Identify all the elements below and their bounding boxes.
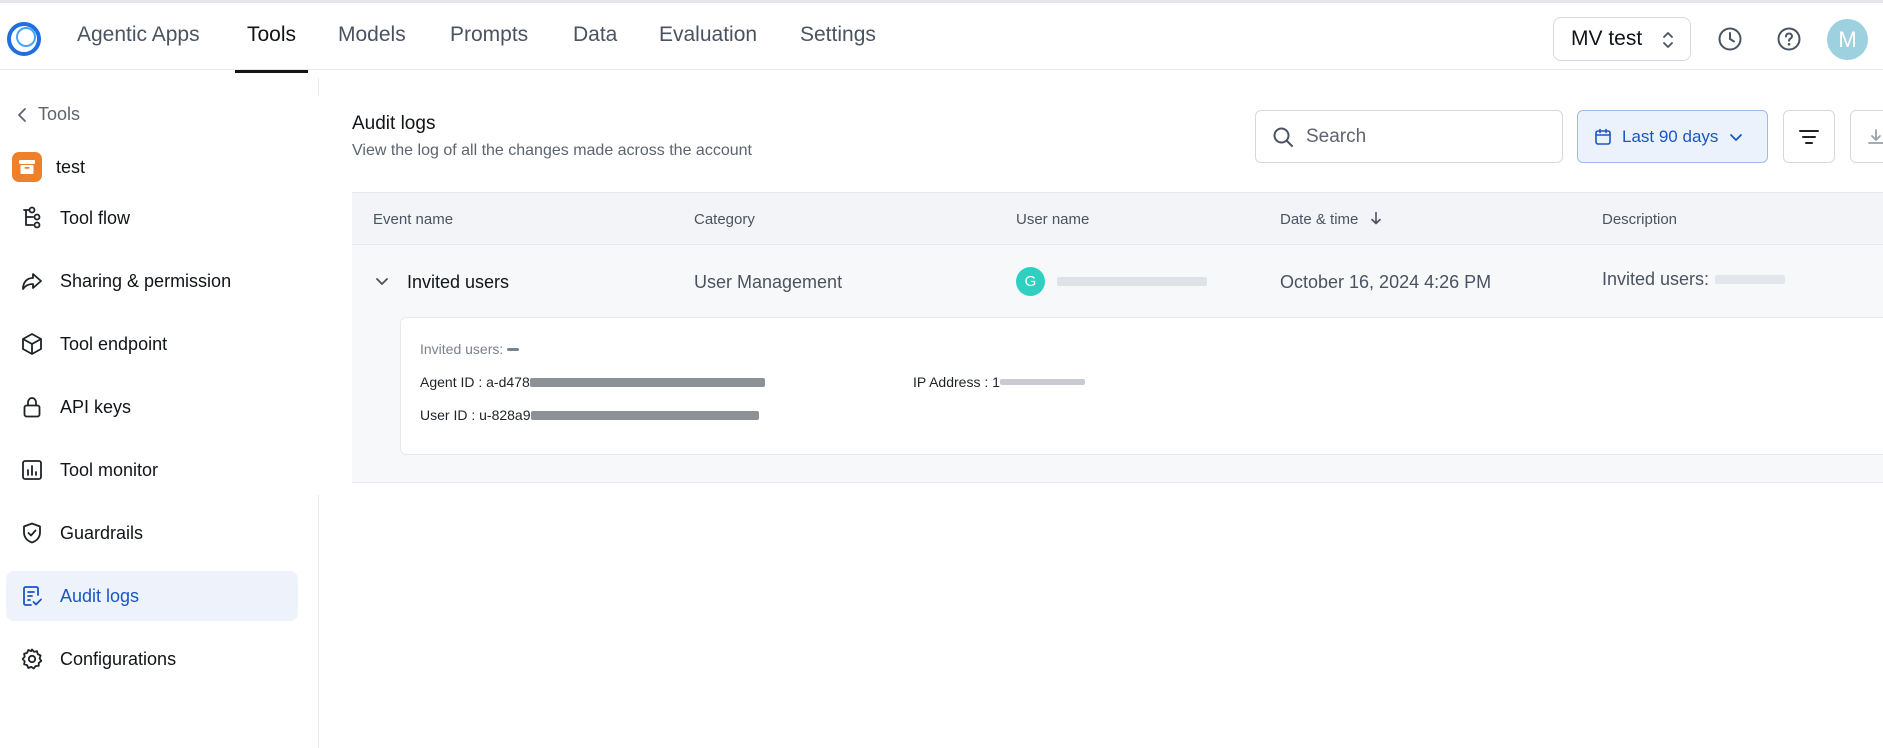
sidebar-item-tool-flow[interactable]: Tool flow xyxy=(6,193,298,243)
description-text: Invited users: xyxy=(1602,269,1710,289)
detail-invited-label: Invited users: xyxy=(420,341,504,357)
column-header-user-name[interactable]: User name xyxy=(1016,211,1089,228)
search-box[interactable] xyxy=(1255,110,1563,163)
sidebar-item-label: Configurations xyxy=(60,648,177,669)
user-id-label: User ID : u-828a9 xyxy=(420,407,531,423)
download-button[interactable] xyxy=(1850,110,1883,163)
detail-ip-address: IP Address : 1 xyxy=(913,374,1085,390)
help-icon[interactable] xyxy=(1775,25,1803,53)
redacted-user-name xyxy=(1057,277,1207,286)
page-title: Audit logs xyxy=(352,113,436,134)
sidebar-divider xyxy=(318,78,319,96)
cube-icon xyxy=(22,333,42,355)
filter-icon xyxy=(1799,129,1819,144)
filter-button[interactable] xyxy=(1783,110,1835,163)
redacted-invited-users xyxy=(507,347,520,351)
user-avatar: G xyxy=(1016,267,1045,296)
top-navigation-bar: Agentic Apps Tools Models Prompts Data E… xyxy=(0,0,1883,73)
event-name-cell: Invited users xyxy=(407,272,510,292)
download-icon xyxy=(1868,128,1883,144)
sidebar-item-audit-logs[interactable]: Audit logs xyxy=(6,571,298,621)
back-label: Tools xyxy=(38,104,81,124)
shield-icon xyxy=(23,522,41,544)
row-detail-panel: Invited users: Agent ID : a-d478 IP Addr… xyxy=(400,317,1883,455)
redacted-description xyxy=(1715,275,1786,284)
sidebar-item-label: Sharing & permission xyxy=(60,270,232,291)
tool-name-label: test xyxy=(56,156,86,177)
sidebar-item-configurations[interactable]: Configurations xyxy=(6,634,298,684)
tab-prompts[interactable]: Prompts xyxy=(450,23,528,73)
audit-icon xyxy=(23,586,42,606)
category-cell: User Management xyxy=(694,272,843,292)
user-name-cell: G xyxy=(1016,267,1207,296)
detail-user-id: User ID : u-828a9 xyxy=(420,407,759,423)
search-input[interactable] xyxy=(1306,125,1546,148)
back-to-tools-link[interactable]: Tools xyxy=(16,104,80,125)
chevron-left-icon xyxy=(18,107,26,122)
workspace-selector[interactable]: MV test xyxy=(1553,17,1691,61)
date-time-header-label: Date & time xyxy=(1280,211,1359,228)
tab-data[interactable]: Data xyxy=(573,23,617,73)
column-header-date-time[interactable]: Date & time xyxy=(1280,211,1383,228)
column-header-category[interactable]: Category xyxy=(694,211,755,228)
sort-arrow-down-icon[interactable] xyxy=(1369,211,1383,225)
column-header-description[interactable]: Description xyxy=(1602,211,1677,228)
tab-agentic-apps[interactable]: Agentic Apps xyxy=(77,23,200,73)
ip-address-label: IP Address : 1 xyxy=(913,374,1000,390)
chevron-up-down-icon xyxy=(1663,32,1673,48)
detail-agent-id: Agent ID : a-d478 xyxy=(420,374,765,390)
table-header: Event name Category User name Date & tim… xyxy=(352,192,1883,245)
sidebar-item-api-keys[interactable]: API keys xyxy=(6,382,298,432)
sidebar-item-label: Tool endpoint xyxy=(60,333,168,354)
agent-id-label: Agent ID : a-d478 xyxy=(420,374,530,390)
sidebar-divider xyxy=(318,495,319,748)
redacted-ip-address xyxy=(999,379,1085,385)
date-range-button[interactable]: Last 90 days xyxy=(1577,110,1768,163)
tab-evaluation[interactable]: Evaluation xyxy=(659,23,757,73)
chart-icon xyxy=(22,460,42,480)
lock-icon xyxy=(23,397,41,418)
sidebar-item-label: Guardrails xyxy=(60,522,144,543)
description-cell: Invited users: xyxy=(1602,269,1786,290)
page-subtitle: View the log of all the changes made acr… xyxy=(352,142,752,159)
tab-models[interactable]: Models xyxy=(338,23,406,73)
share-icon xyxy=(22,273,42,290)
history-clock-icon[interactable] xyxy=(1716,25,1744,53)
flow-icon xyxy=(23,206,41,229)
app-logo-icon[interactable] xyxy=(6,21,42,57)
calendar-icon xyxy=(1595,128,1611,145)
workspace-label: MV test xyxy=(1571,27,1643,50)
current-tool: test xyxy=(12,152,85,182)
sidebar-item-guardrails[interactable]: Guardrails xyxy=(6,508,298,558)
redacted-user-id xyxy=(530,410,759,420)
chevron-down-icon xyxy=(1730,133,1743,141)
detail-invited-users: Invited users: xyxy=(420,341,520,357)
date-range-label: Last 90 days xyxy=(1622,126,1719,146)
sidebar-item-tool-endpoint[interactable]: Tool endpoint xyxy=(6,319,298,369)
redacted-agent-id xyxy=(529,377,765,387)
tab-settings[interactable]: Settings xyxy=(800,23,876,73)
column-header-event-name[interactable]: Event name xyxy=(373,211,453,228)
chevron-down-icon[interactable] xyxy=(374,273,390,289)
tool-box-icon xyxy=(12,152,42,182)
gear-icon xyxy=(21,648,43,670)
sidebar-item-label: Tool monitor xyxy=(60,459,159,480)
datetime-cell: October 16, 2024 4:26 PM xyxy=(1280,272,1492,292)
sidebar-item-label: Audit logs xyxy=(60,585,140,606)
sidebar-item-label: API keys xyxy=(60,396,132,417)
profile-avatar[interactable]: M xyxy=(1827,19,1868,60)
sidebar-item-sharing[interactable]: Sharing & permission xyxy=(6,256,298,306)
search-icon xyxy=(1273,127,1293,147)
sidebar-item-tool-monitor[interactable]: Tool monitor xyxy=(6,445,298,495)
sidebar-item-label: Tool flow xyxy=(60,207,131,228)
tab-tools[interactable]: Tools xyxy=(234,23,309,73)
